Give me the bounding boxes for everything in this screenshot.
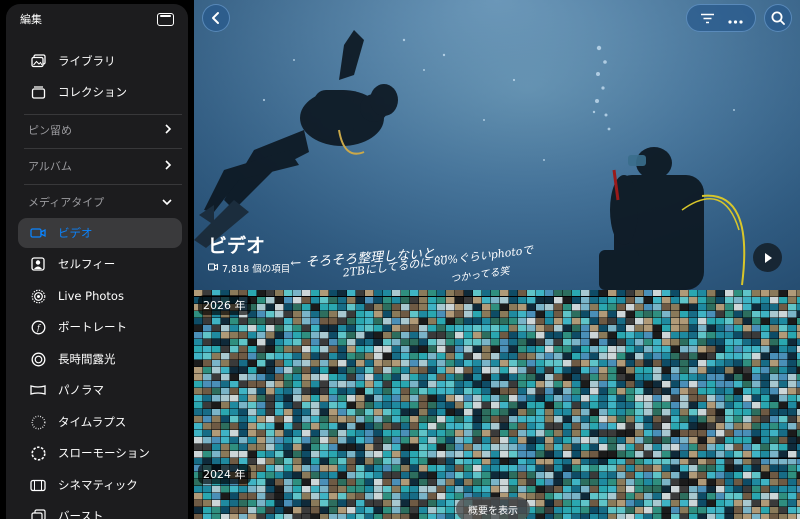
portrait-icon: f [30,319,46,335]
sidebar-item-videos[interactable]: ビデオ [18,218,182,248]
chevron-right-icon [164,159,172,173]
sidebar-item-timelapse[interactable]: タイムラプス [18,407,182,437]
video-small-icon [208,263,218,274]
sidebar-item-label: セルフィー [58,257,116,271]
sidebar-item-label: 長時間露光 [58,352,116,366]
cinematic-icon [30,477,46,493]
panorama-icon [30,382,46,398]
svg-text:f: f [36,323,42,332]
divider [24,184,182,185]
more-icon[interactable] [727,9,743,28]
sidebar-item-slow-motion[interactable]: スローモーション [18,438,182,468]
sidebar: 編集 ライブラリ コレクション ピン留め アルバム メディアタイプ ビデオ セル… [6,4,188,519]
burst-icon [30,508,46,519]
sidebar-item-label: コレクション [58,85,127,99]
section-pinned[interactable]: ピン留め [28,118,172,142]
sidebar-item-label: ライブラリ [58,54,116,68]
search-icon [771,11,785,25]
sidebar-item-label: ビデオ [58,226,93,240]
sidebar-item-label: パノラマ [58,383,104,397]
sidebar-item-burst[interactable]: バースト [18,501,182,519]
divider [24,148,182,149]
toolbar-pill [686,4,756,32]
photo-library-icon [30,53,46,69]
search-button[interactable] [764,4,792,32]
selfie-icon [30,256,46,272]
featured-video[interactable]: ビデオ 7,818 個の項目 ← そろそろ整理しないと… 2TBにしてるのに 8… [194,0,800,290]
sidebar-item-selfies[interactable]: セルフィー [18,249,182,279]
edit-button[interactable]: 編集 [20,11,42,27]
section-label: アルバム [28,160,72,173]
sidebar-item-library[interactable]: ライブラリ [18,46,182,76]
sidebar-item-label: シネマティック [58,478,138,492]
sidebar-item-label: スローモーション [58,446,150,460]
chevron-left-icon [212,12,219,24]
slow-motion-icon [30,445,46,461]
section-albums[interactable]: アルバム [28,154,172,178]
section-media-types[interactable]: メディアタイプ [28,190,172,214]
filter-icon[interactable] [700,9,715,28]
section-label: ピン留め [28,124,72,137]
sidebar-item-label: ポートレート [58,320,127,334]
timelapse-icon [30,414,46,430]
long-exposure-icon [30,351,46,367]
sidebar-item-label: Live Photos [58,289,124,303]
divider [24,114,182,115]
year-label-2026: 2026 年 [198,295,251,315]
video-icon [30,225,46,241]
sidebar-toggle-icon[interactable] [157,12,174,26]
sidebar-item-cinematic[interactable]: シネマティック [18,470,182,500]
show-summary-button[interactable]: 概要を表示 [456,497,530,519]
sidebar-item-label: バースト [58,509,104,519]
chevron-down-icon [162,196,172,209]
sidebar-item-panorama[interactable]: パノラマ [18,375,182,405]
play-button[interactable] [753,243,782,272]
collections-icon [30,84,46,100]
page-title: ビデオ [208,235,266,257]
main-content: ビデオ 7,818 個の項目 ← そろそろ整理しないと… 2TBにしてるのに 8… [194,0,800,519]
sidebar-item-collections[interactable]: コレクション [18,77,182,107]
section-label: メディアタイプ [28,196,105,209]
sidebar-header: 編集 [6,4,188,34]
sidebar-item-live-photos[interactable]: Live Photos [18,281,182,311]
sidebar-item-portrait[interactable]: f ポートレート [18,312,182,342]
year-label-2024: 2024 年 [198,464,251,484]
item-count: 7,818 個の項目 [208,261,290,275]
thumbnail-mosaic [194,290,800,519]
sidebar-item-label: タイムラプス [58,415,127,429]
play-icon [764,252,772,263]
item-count-text: 7,818 個の項目 [222,264,291,275]
sidebar-item-long-exposure[interactable]: 長時間露光 [18,344,182,374]
live-photos-icon [30,288,46,304]
thumbnail-grid[interactable]: 2026 年 2024 年 概要を表示 [194,290,800,519]
chevron-right-icon [164,123,172,137]
back-button[interactable] [202,4,230,32]
